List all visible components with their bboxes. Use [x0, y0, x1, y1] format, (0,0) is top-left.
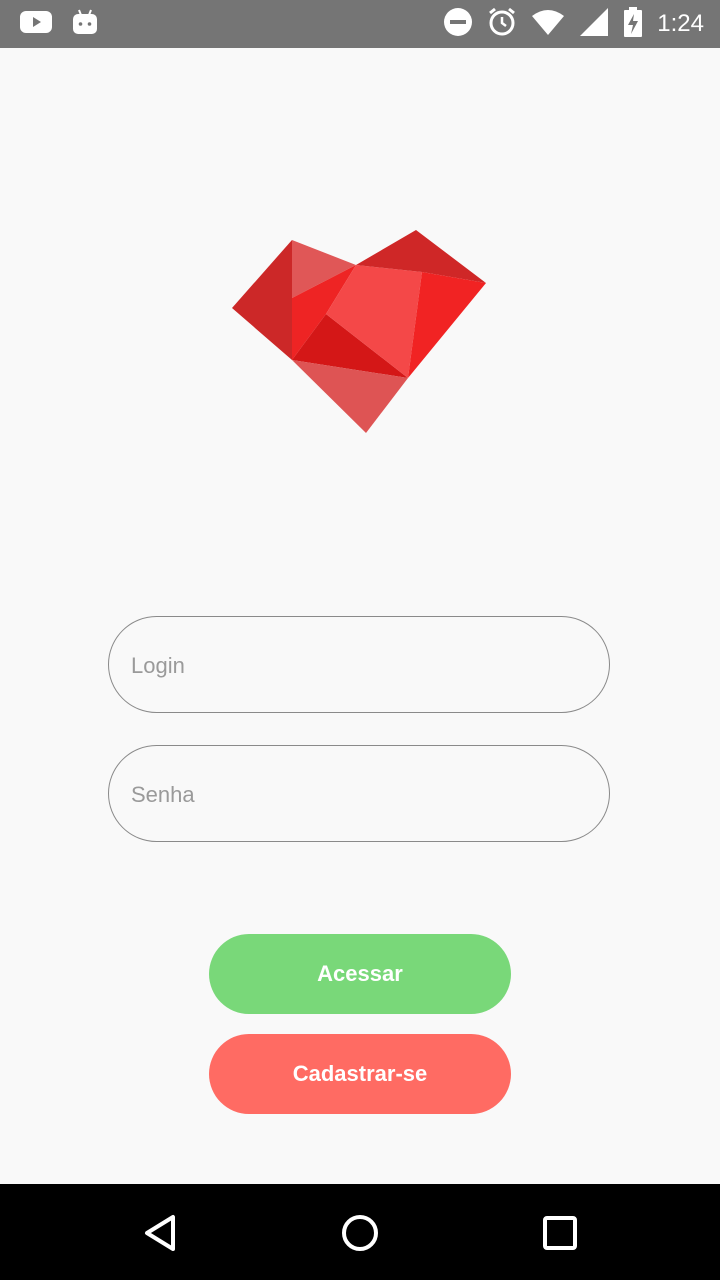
signal-icon — [579, 7, 609, 42]
password-input[interactable] — [129, 746, 593, 843]
wifi-icon — [531, 8, 565, 41]
back-icon[interactable] — [135, 1208, 185, 1258]
login-input[interactable] — [129, 617, 593, 714]
recents-icon[interactable] — [535, 1208, 585, 1258]
status-time: 1:24 — [657, 10, 704, 37]
alarm-icon — [487, 7, 517, 42]
android-icon — [72, 8, 98, 41]
register-button[interactable]: Cadastrar-se — [209, 1034, 511, 1114]
password-field[interactable] — [108, 745, 610, 843]
heart-logo-icon — [232, 230, 486, 433]
youtube-icon — [20, 10, 52, 39]
do-not-disturb-icon — [443, 7, 473, 42]
home-icon[interactable] — [335, 1208, 385, 1258]
login-screen: Acessar Cadastrar-se — [0, 48, 720, 1184]
battery-icon — [623, 6, 643, 42]
access-button[interactable]: Acessar — [209, 934, 511, 1014]
status-bar: 1:24 — [0, 0, 720, 48]
login-field[interactable] — [108, 616, 610, 714]
navigation-bar — [0, 1184, 720, 1280]
